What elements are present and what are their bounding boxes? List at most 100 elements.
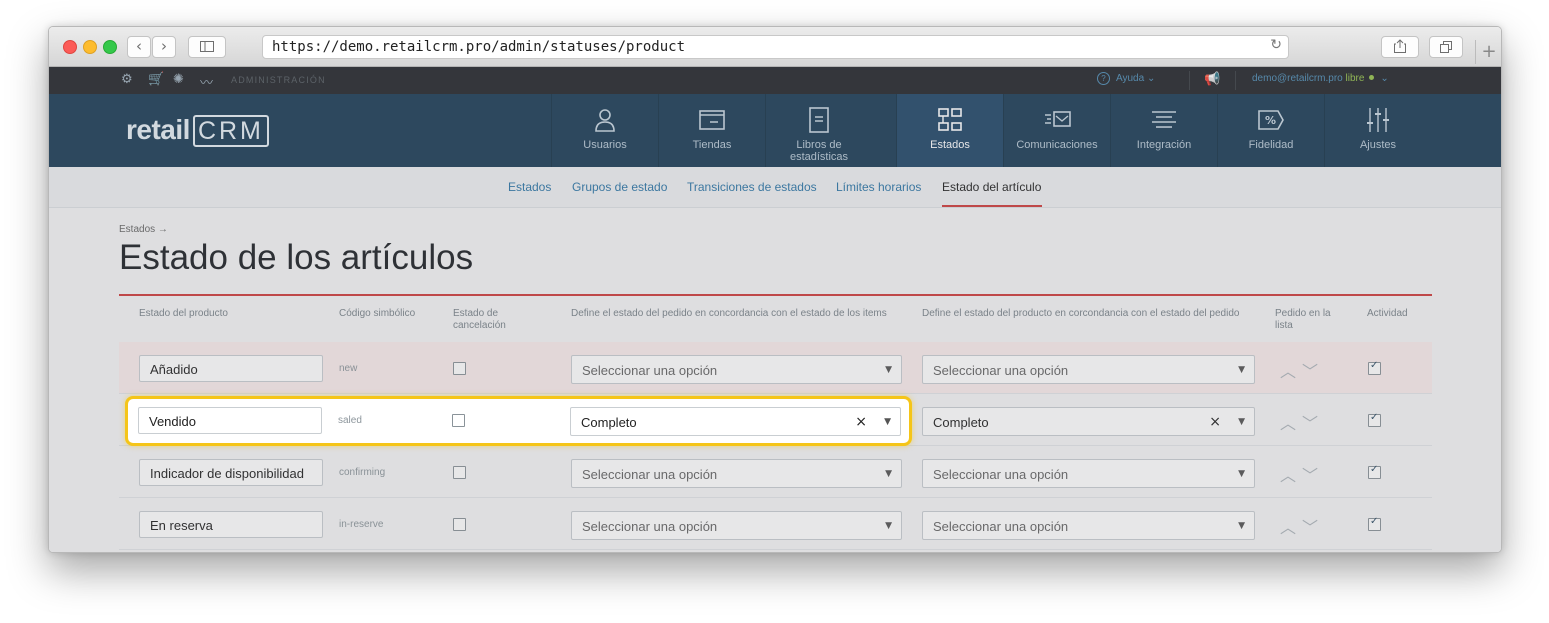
help-menu[interactable]: ? Ayuda ⌄ (1097, 72, 1155, 85)
browser-toolbar: ‹ › https://demo.retailcrm.pro/admin/sta… (49, 27, 1501, 67)
nav-label: Integración (1136, 139, 1192, 151)
main-header: retail CRM Usuarios Tiendas Libros de est… (49, 94, 1501, 167)
header-activity: Actividad (1367, 308, 1408, 319)
nav-communications[interactable]: Comunicaciones (1003, 94, 1110, 167)
reorder-arrows[interactable]: ︿﹀ (1280, 462, 1324, 486)
status-name-input[interactable]: Añadido (139, 355, 323, 382)
header-code: Código simbólico (339, 308, 416, 319)
reload-icon[interactable]: ↻ (1270, 37, 1282, 53)
clear-icon[interactable]: × (1209, 408, 1221, 437)
active-tab-underline (942, 205, 1042, 207)
status-code: confirming (339, 467, 386, 478)
caret-down-icon: ▼ (1238, 521, 1245, 531)
subnav-item-status[interactable]: Estado del artículo (942, 180, 1041, 194)
select-placeholder: Seleccionar una opción (582, 519, 718, 534)
retailcrm-logo[interactable]: retail CRM (126, 114, 269, 147)
order-status-select[interactable]: Seleccionar una opción ▼ (571, 355, 902, 384)
nav-settings[interactable]: Ajustes (1324, 94, 1431, 167)
activity-checkbox[interactable] (1368, 464, 1381, 479)
sub-navigation: Estados Grupos de estado Transiciones de… (49, 167, 1501, 208)
caret-down-icon: ▼ (1238, 417, 1245, 427)
minimize-window-button[interactable] (83, 40, 97, 54)
product-status-select[interactable]: Completo × ▼ (922, 407, 1255, 436)
logo-text: retail (126, 114, 190, 145)
status-name-input[interactable]: Indicador de disponibilidad (139, 459, 323, 486)
order-status-select[interactable]: Seleccionar una opción ▼ (571, 459, 902, 488)
close-window-button[interactable] (63, 40, 77, 54)
reorder-arrows[interactable]: ︿﹀ (1280, 410, 1324, 434)
activity-checkbox[interactable] (1368, 412, 1381, 427)
activity-checkbox[interactable] (1368, 360, 1381, 375)
arrow-up-icon[interactable]: ︿ (1280, 362, 1302, 381)
browser-window: ‹ › https://demo.retailcrm.pro/admin/sta… (48, 26, 1502, 553)
cancel-checkbox[interactable] (453, 362, 466, 375)
nav-users[interactable]: Usuarios (551, 94, 658, 167)
select-placeholder: Seleccionar una opción (582, 363, 718, 378)
sidebar-button[interactable] (188, 36, 226, 58)
header-order-list: Pedido en la lista (1275, 308, 1331, 331)
back-button[interactable]: ‹ (127, 36, 151, 58)
breadcrumb[interactable]: Estados → (119, 224, 168, 235)
cart-icon[interactable]: 🛒 (148, 72, 164, 87)
subnav-status-groups[interactable]: Grupos de estado (572, 180, 667, 194)
forward-button[interactable]: › (152, 36, 176, 58)
nav-statuses[interactable]: Estados (896, 94, 1003, 167)
share-button[interactable] (1381, 36, 1419, 58)
order-status-select[interactable]: Seleccionar una opción ▼ (571, 511, 902, 540)
arrow-down-icon[interactable]: ﹀ (1302, 362, 1324, 381)
subnav-time-limits[interactable]: Límites horarios (836, 180, 921, 194)
nav-label: Fidelidad (1248, 139, 1294, 151)
admin-topbar: ⚙ 🛒 ✺ 〰 ADMINISTRACIÓN ? Ayuda ⌄ 📢 demo@r… (49, 67, 1501, 94)
arrow-down-icon[interactable]: ﹀ (1302, 466, 1324, 485)
statuses-icon (938, 108, 962, 131)
caret-down-icon: ▼ (1238, 365, 1245, 375)
status-name-input[interactable]: En reserva (139, 511, 323, 538)
nav-label: Ajustes (1359, 139, 1397, 151)
arrow-up-icon[interactable]: ︿ (1280, 414, 1302, 433)
subnav-status-transitions[interactable]: Transiciones de estados (687, 180, 817, 194)
activity-checkbox[interactable] (1368, 516, 1381, 531)
nav-label: Usuarios (583, 139, 627, 151)
new-tab-button[interactable]: + (1475, 40, 1501, 64)
address-bar[interactable]: https://demo.retailcrm.pro/admin/statuse… (262, 35, 1289, 59)
user-email: demo@retailcrm.pro (1252, 73, 1343, 84)
product-status-select[interactable]: Seleccionar una opción ▼ (922, 459, 1255, 488)
reorder-arrows[interactable]: ︿﹀ (1280, 358, 1324, 382)
arrow-down-icon[interactable]: ﹀ (1302, 518, 1324, 537)
user-menu[interactable]: demo@retailcrm.pro libre ⌄ (1252, 73, 1389, 84)
chart-icon[interactable]: 〰 (200, 72, 213, 91)
status-name-input[interactable]: Vendido (138, 407, 322, 434)
help-label: Ayuda (1116, 73, 1145, 84)
status-code: in-reserve (339, 519, 384, 530)
nav-stat-books[interactable]: Libros de estadísticas (765, 94, 872, 167)
zoom-window-button[interactable] (103, 40, 117, 54)
reorder-arrows[interactable]: ︿﹀ (1280, 514, 1324, 538)
tabs-button[interactable] (1429, 36, 1463, 58)
support-icon[interactable]: ✺ (173, 72, 184, 87)
page-title: Estado de los artículos (119, 238, 474, 277)
nav-integration[interactable]: Integración (1110, 94, 1217, 167)
arrow-up-icon[interactable]: ︿ (1280, 466, 1302, 485)
cancel-checkbox[interactable] (453, 466, 466, 479)
select-placeholder: Seleccionar una opción (933, 519, 1069, 534)
gear-icon[interactable]: ⚙ (121, 72, 133, 87)
megaphone-icon[interactable]: 📢 (1204, 72, 1220, 87)
subnav-statuses[interactable]: Estados (508, 180, 551, 194)
nav-stores[interactable]: Tiendas (658, 94, 765, 167)
nav-loyalty[interactable]: % Fidelidad (1217, 94, 1324, 167)
store-icon (699, 110, 725, 130)
integration-icon (1152, 111, 1176, 128)
cancel-checkbox[interactable] (453, 518, 466, 531)
admin-label: ADMINISTRACIÓN (231, 75, 326, 85)
clear-icon[interactable]: × (855, 408, 867, 437)
product-status-select[interactable]: Seleccionar una opción ▼ (922, 511, 1255, 540)
divider (1235, 71, 1236, 90)
table-row: Indicador de disponibilidad confirming S… (119, 446, 1432, 498)
arrow-up-icon[interactable]: ︿ (1280, 518, 1302, 537)
cancel-checkbox[interactable] (452, 414, 465, 427)
arrow-down-icon[interactable]: ﹀ (1302, 414, 1324, 433)
product-status-select[interactable]: Seleccionar una opción ▼ (922, 355, 1255, 384)
order-status-select[interactable]: Completo × ▼ (570, 407, 901, 436)
caret-down-icon: ▼ (1238, 469, 1245, 479)
user-icon (595, 109, 615, 132)
